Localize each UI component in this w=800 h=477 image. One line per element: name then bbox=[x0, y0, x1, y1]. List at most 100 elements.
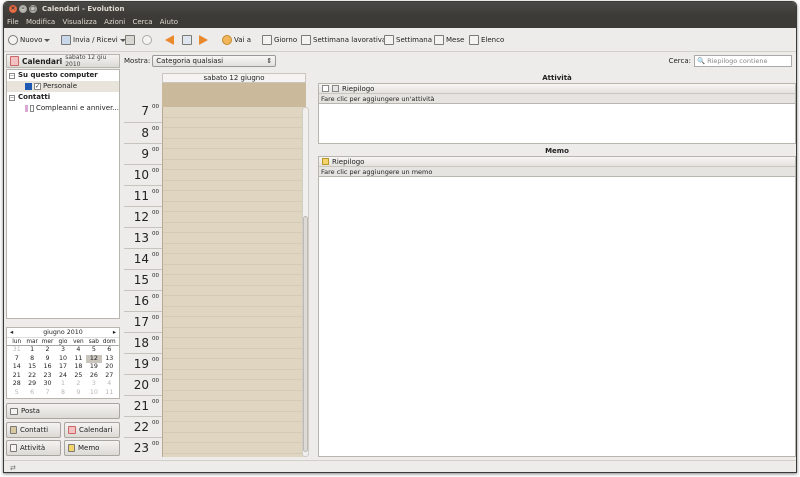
day-cell[interactable]: 2 bbox=[40, 346, 55, 355]
day-cell[interactable]: 7 bbox=[9, 355, 24, 364]
list-view-button[interactable]: Elenco bbox=[469, 34, 504, 46]
checkbox-personale[interactable]: ✓ bbox=[34, 83, 41, 90]
contacts-icon bbox=[10, 426, 17, 434]
day-cell[interactable]: 7 bbox=[40, 389, 55, 398]
send-receive-button[interactable]: Invia / Ricevi bbox=[61, 34, 126, 46]
source-item-personale[interactable]: ✓ Personale bbox=[7, 81, 119, 92]
day-cell[interactable]: 13 bbox=[102, 355, 117, 364]
day-cell[interactable]: 20 bbox=[102, 363, 117, 372]
day-cell[interactable]: 26 bbox=[86, 372, 101, 381]
day-cell[interactable]: 6 bbox=[24, 389, 39, 398]
menu-view[interactable]: Visualizza bbox=[62, 18, 96, 26]
maximize-window-icon[interactable]: □ bbox=[29, 5, 37, 13]
day-cell[interactable]: 18 bbox=[71, 363, 86, 372]
day-cell[interactable]: 14 bbox=[9, 363, 24, 372]
print-button[interactable] bbox=[125, 34, 135, 46]
day-cell[interactable]: 28 bbox=[9, 380, 24, 389]
checkbox-birthdays[interactable] bbox=[29, 105, 34, 112]
day-cell[interactable]: 10 bbox=[55, 355, 70, 364]
memos-column-header[interactable]: Riepilogo bbox=[319, 157, 795, 167]
all-day-events-area[interactable] bbox=[162, 83, 306, 107]
day-time-grid[interactable] bbox=[162, 107, 306, 457]
close-window-icon[interactable]: × bbox=[9, 5, 17, 13]
day-cell[interactable]: 21 bbox=[9, 372, 24, 381]
day-cell[interactable]: 5 bbox=[9, 389, 24, 398]
menu-search[interactable]: Cerca bbox=[132, 18, 152, 26]
delete-button[interactable] bbox=[142, 34, 152, 46]
day-view-button[interactable]: Giorno bbox=[262, 34, 297, 46]
day-cell-selected[interactable]: 12 bbox=[86, 354, 102, 364]
offline-status-icon[interactable]: ⇄ bbox=[10, 464, 16, 472]
day-cell[interactable]: 2 bbox=[71, 380, 86, 389]
day-cell[interactable]: 16 bbox=[40, 363, 55, 372]
day-cell[interactable]: 5 bbox=[86, 346, 101, 355]
switcher-contacts-button[interactable]: Contatti bbox=[6, 422, 61, 438]
today-button[interactable] bbox=[182, 34, 192, 46]
day-cell[interactable]: 3 bbox=[55, 346, 70, 355]
month-view-button[interactable]: Mese bbox=[434, 34, 464, 46]
scrollbar-thumb[interactable] bbox=[303, 216, 308, 452]
hour-label: 13 bbox=[133, 231, 149, 245]
day-cell[interactable]: 1 bbox=[24, 346, 39, 355]
collapse-icon[interactable]: − bbox=[9, 72, 15, 79]
group-contacts[interactable]: − Contatti bbox=[7, 92, 119, 103]
title-bar: × – □ Calendari - Evolution bbox=[4, 2, 796, 16]
menu-edit[interactable]: Modifica bbox=[26, 18, 55, 26]
search-input[interactable]: 🔍 Riepilogo contiene bbox=[694, 55, 792, 67]
day-cell[interactable]: 11 bbox=[71, 355, 86, 364]
day-cell[interactable]: 15 bbox=[24, 363, 39, 372]
day-cell[interactable]: 3 bbox=[86, 380, 101, 389]
category-select[interactable]: Categoria qualsiasi ⇕ bbox=[152, 55, 277, 67]
day-cell[interactable]: 22 bbox=[24, 372, 39, 381]
day-cell[interactable]: 4 bbox=[71, 346, 86, 355]
day-cell[interactable]: 29 bbox=[24, 380, 39, 389]
new-button[interactable]: Nuovo bbox=[8, 34, 51, 46]
minimize-window-icon[interactable]: – bbox=[19, 5, 27, 13]
switcher-tasks-button[interactable]: Attività bbox=[6, 440, 61, 456]
day-cell[interactable]: 17 bbox=[55, 363, 70, 372]
day-cell[interactable]: 1 bbox=[55, 380, 70, 389]
day-cell[interactable]: 6 bbox=[102, 346, 117, 355]
work-week-view-button[interactable]: Settimana lavorativa bbox=[301, 34, 386, 46]
arrow-left-icon bbox=[165, 35, 174, 45]
day-cell[interactable]: 4 bbox=[102, 380, 117, 389]
day-cell[interactable]: 9 bbox=[40, 355, 55, 364]
menu-bar: File Modifica Visualizza Azioni Cerca Ai… bbox=[4, 16, 796, 28]
day-cell[interactable]: 9 bbox=[71, 389, 86, 398]
day-cell[interactable]: 31 bbox=[9, 346, 24, 355]
day-cell[interactable]: 27 bbox=[102, 372, 117, 381]
next-button[interactable] bbox=[199, 34, 208, 46]
switcher-mail-button[interactable]: Posta bbox=[6, 403, 120, 419]
group-on-this-computer[interactable]: − Su questo computer bbox=[7, 70, 119, 81]
day-view-scrollbar[interactable] bbox=[302, 107, 309, 457]
prev-month-icon[interactable]: ◂ bbox=[10, 329, 13, 336]
app-window: × – □ Calendari - Evolution File Modific… bbox=[3, 1, 797, 473]
source-item-birthdays[interactable]: Compleanni e anniver... bbox=[7, 103, 119, 114]
add-memo-row[interactable]: Fare clic per aggiungere un memo bbox=[319, 167, 795, 177]
switcher-calendars-button[interactable]: Calendari bbox=[64, 422, 120, 438]
add-task-row[interactable]: Fare clic per aggiungere un'attività bbox=[319, 94, 795, 104]
collapse-icon[interactable]: − bbox=[9, 94, 15, 101]
menu-help[interactable]: Aiuto bbox=[160, 18, 178, 26]
hour-label: 17 bbox=[133, 315, 149, 329]
day-cell[interactable]: 11 bbox=[102, 389, 117, 398]
menu-file[interactable]: File bbox=[7, 18, 19, 26]
day-cell[interactable]: 8 bbox=[24, 355, 39, 364]
switcher-memos-button[interactable]: Memo bbox=[64, 440, 120, 456]
hour-row: 20 00 bbox=[124, 374, 162, 395]
day-cell[interactable]: 19 bbox=[86, 363, 101, 372]
day-cell[interactable]: 24 bbox=[55, 372, 70, 381]
next-month-icon[interactable]: ▸ bbox=[113, 329, 116, 336]
day-cell[interactable]: 10 bbox=[86, 389, 101, 398]
week-view-button[interactable]: Settimana bbox=[384, 34, 432, 46]
day-cell[interactable]: 25 bbox=[71, 372, 86, 381]
day-cell[interactable]: 23 bbox=[40, 372, 55, 381]
goto-button[interactable]: Vai a bbox=[222, 34, 251, 46]
tasks-column-header[interactable]: Riepilogo bbox=[319, 84, 795, 94]
previous-button[interactable] bbox=[165, 34, 174, 46]
day-cell[interactable]: 30 bbox=[40, 380, 55, 389]
menu-actions[interactable]: Azioni bbox=[104, 18, 125, 26]
minute-label: 00 bbox=[152, 231, 159, 237]
day-cell[interactable]: 8 bbox=[55, 389, 70, 398]
day-view: Mostra: Categoria qualsiasi ⇕ sabato 12 … bbox=[122, 52, 310, 460]
